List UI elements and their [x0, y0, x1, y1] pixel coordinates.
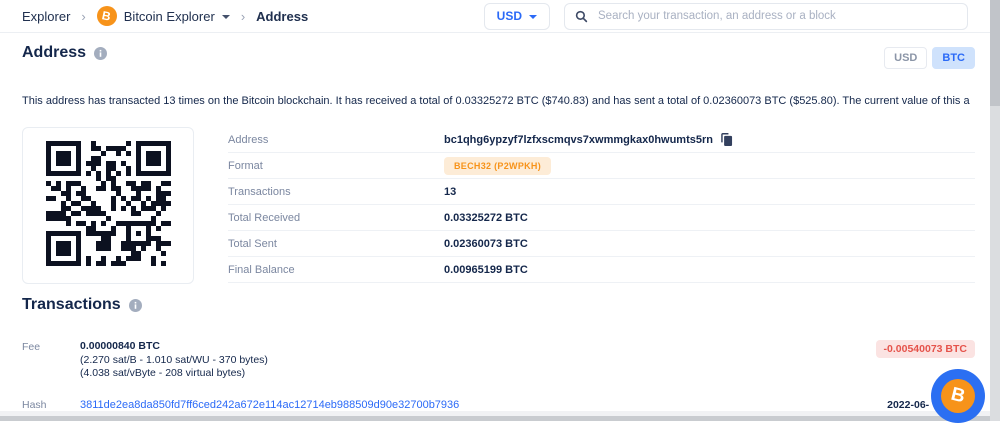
- toggle-usd-button[interactable]: USD: [884, 47, 927, 69]
- address-value: bc1qhg6ypzyf7lzfxscmqvs7xwmmgkax0hwumts5…: [444, 134, 713, 146]
- breadcrumb-explorer[interactable]: Explorer: [22, 9, 70, 24]
- copy-clipboard-icon[interactable]: [721, 133, 733, 146]
- breadcrumb-address: Address: [256, 9, 308, 24]
- bitcoin-coin-icon: B: [941, 379, 975, 413]
- hash-label: Hash: [22, 398, 80, 411]
- bitcoin-logo-icon: B: [97, 6, 117, 26]
- transaction-date-prefix: 2022-06-: [887, 399, 929, 411]
- fee-detail-vbyte: (4.038 sat/vByte - 208 virtual bytes): [80, 367, 268, 381]
- bitcoin-fab-button[interactable]: B: [931, 369, 985, 423]
- qr-card: [22, 127, 194, 284]
- top-navigation: Explorer › B Bitcoin Explorer › Address …: [0, 0, 990, 33]
- horizontal-scrollbar[interactable]: [0, 416, 990, 421]
- search-box: [564, 3, 968, 30]
- vertical-scrollbar[interactable]: [990, 0, 1000, 421]
- table-row-format: Format BECH32 (P2WPKH): [228, 153, 975, 179]
- qr-code: [46, 141, 171, 271]
- row-label: Address: [228, 134, 444, 146]
- table-row-address: Address bc1qhg6ypzyf7lzfxscmqvs7xwmmgkax…: [228, 127, 975, 153]
- bitcoin-explorer-label: Bitcoin Explorer: [124, 9, 215, 24]
- currency-dropdown-label: USD: [497, 9, 522, 23]
- info-icon[interactable]: [94, 47, 107, 60]
- table-row-final-balance: Final Balance 0.00965199 BTC: [228, 257, 975, 283]
- table-row-transactions: Transactions 13: [228, 179, 975, 205]
- info-icon[interactable]: [129, 299, 142, 312]
- search-icon: [575, 10, 588, 23]
- toggle-btc-button[interactable]: BTC: [932, 47, 975, 69]
- fee-label: Fee: [22, 340, 80, 353]
- fee-detail-satb: (2.270 sat/B - 1.010 sat/WU - 370 bytes): [80, 354, 268, 368]
- chevron-right-icon: ›: [81, 9, 85, 24]
- vertical-scrollbar-thumb[interactable]: [990, 0, 1000, 106]
- row-label: Format: [228, 160, 444, 172]
- total-received-value: 0.03325272 BTC: [444, 212, 528, 224]
- chevron-down-icon: [222, 15, 230, 19]
- chevron-down-icon: [529, 15, 537, 19]
- total-sent-value: 0.02360073 BTC: [444, 238, 528, 250]
- unit-toggle: USD BTC: [884, 47, 975, 69]
- search-input[interactable]: [596, 9, 957, 23]
- transaction-hash-link[interactable]: 3811de2ea8da850fd7ff6ced242a672e114ac127…: [80, 399, 459, 411]
- row-label: Transactions: [228, 186, 444, 198]
- row-label: Total Received: [228, 212, 444, 224]
- address-details: Address bc1qhg6ypzyf7lzfxscmqvs7xwmmgkax…: [22, 127, 975, 284]
- row-label: Final Balance: [228, 264, 444, 276]
- currency-dropdown[interactable]: USD: [484, 3, 550, 30]
- transactions-count: 13: [444, 186, 456, 198]
- fee-block: Fee 0.00000840 BTC (2.270 sat/B - 1.010 …: [22, 340, 975, 381]
- fee-value: 0.00000840 BTC: [80, 340, 268, 354]
- page-title: Address: [22, 44, 86, 62]
- amount-change-badge: -0.00540073 BTC: [876, 340, 975, 358]
- final-balance-value: 0.00965199 BTC: [444, 264, 528, 276]
- address-section-header: Address: [22, 44, 107, 62]
- chevron-right-icon: ›: [241, 9, 245, 24]
- address-summary-text: This address has transacted 13 times on …: [22, 95, 970, 107]
- transactions-section-header: Transactions: [22, 296, 142, 314]
- table-row-total-received: Total Received 0.03325272 BTC: [228, 205, 975, 231]
- row-label: Total Sent: [228, 238, 444, 250]
- table-row-total-sent: Total Sent 0.02360073 BTC: [228, 231, 975, 257]
- format-badge: BECH32 (P2WPKH): [444, 157, 551, 175]
- transactions-title: Transactions: [22, 296, 121, 314]
- hash-row: Hash 3811de2ea8da850fd7ff6ced242a672e114…: [22, 398, 975, 411]
- bitcoin-explorer-menu[interactable]: B Bitcoin Explorer: [97, 6, 230, 26]
- address-details-table: Address bc1qhg6ypzyf7lzfxscmqvs7xwmmgkax…: [228, 127, 975, 284]
